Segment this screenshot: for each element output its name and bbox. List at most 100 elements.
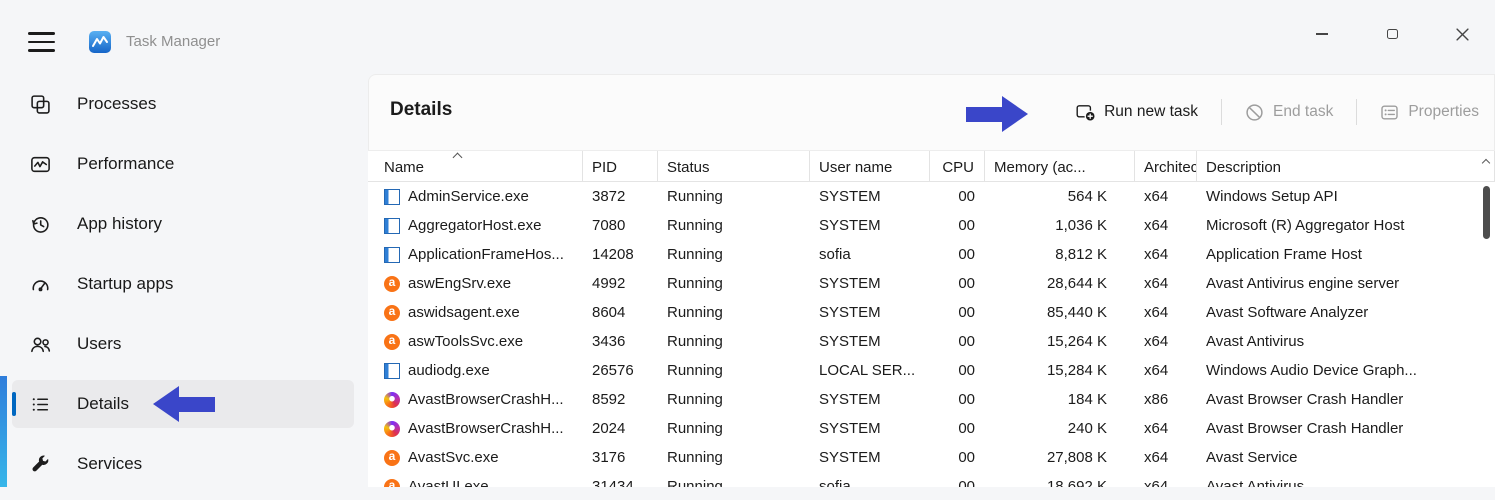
column-header-user-name[interactable]: User name	[810, 151, 930, 181]
hamburger-menu-button[interactable]	[27, 29, 57, 55]
cell-description: Avast Service	[1197, 449, 1495, 466]
column-header-cpu[interactable]: CPU	[930, 151, 985, 181]
cell-architecture: x64	[1135, 478, 1197, 487]
table-row[interactable]: AvastSvc.exe 3176 Running SYSTEM 00 27,8…	[368, 443, 1495, 472]
column-header-memory[interactable]: Memory (ac...	[985, 151, 1135, 181]
sidebar-item-label: Performance	[77, 154, 174, 174]
column-label: User name	[819, 159, 892, 176]
table-row[interactable]: AvastBrowserCrashH... 2024 Running SYSTE…	[368, 414, 1495, 443]
table-row[interactable]: AvastBrowserCrashH... 8592 Running SYSTE…	[368, 385, 1495, 414]
cell-cpu: 00	[930, 362, 985, 379]
maximize-button[interactable]	[1369, 16, 1415, 52]
table-row[interactable]: audiodg.exe 26576 Running LOCAL SER... 0…	[368, 356, 1495, 385]
cell-architecture: x64	[1135, 275, 1197, 292]
properties-label: Properties	[1408, 103, 1479, 121]
column-header-name[interactable]: Name	[368, 151, 583, 181]
cell-name: aswidsagent.exe	[368, 304, 583, 321]
process-name: AdminService.exe	[408, 188, 529, 205]
details-header: Details Run new task End task Prope	[368, 74, 1495, 150]
column-header-architecture[interactable]: Architec...	[1135, 151, 1197, 181]
column-label: Status	[667, 159, 710, 176]
cell-cpu: 00	[930, 275, 985, 292]
toolbar-separator	[1356, 99, 1357, 125]
processes-icon	[30, 94, 51, 115]
cell-cpu: 00	[930, 420, 985, 437]
cell-status: Running	[658, 362, 810, 379]
cell-description: Avast Antivirus engine server	[1197, 275, 1495, 292]
details-panel: Details Run new task End task Prope	[368, 74, 1495, 487]
table-row[interactable]: AvastUI.exe 31434 Running sofia 00 18,69…	[368, 472, 1495, 487]
table-row[interactable]: AggregatorHost.exe 7080 Running SYSTEM 0…	[368, 211, 1495, 240]
window-title: Task Manager	[126, 33, 220, 50]
cell-name: AdminService.exe	[368, 188, 583, 205]
cell-memory: 85,440 K	[985, 304, 1135, 321]
column-label: Architec...	[1144, 159, 1197, 176]
cell-memory: 15,264 K	[985, 333, 1135, 350]
table-row[interactable]: aswToolsSvc.exe 3436 Running SYSTEM 00 1…	[368, 327, 1495, 356]
window-controls	[1275, 16, 1485, 52]
sidebar-item-services[interactable]: Services	[12, 440, 354, 488]
titlebar: Task Manager	[0, 0, 1495, 74]
new-task-icon	[1076, 103, 1095, 122]
process-name: aswidsagent.exe	[408, 304, 520, 321]
table-row[interactable]: AdminService.exe 3872 Running SYSTEM 00 …	[368, 182, 1495, 211]
details-table-body: AdminService.exe 3872 Running SYSTEM 00 …	[368, 182, 1495, 487]
column-header-pid[interactable]: PID	[583, 151, 658, 181]
table-row[interactable]: aswidsagent.exe 8604 Running SYSTEM 00 8…	[368, 298, 1495, 327]
cell-pid: 3436	[583, 333, 658, 350]
scrollbar-thumb[interactable]	[1483, 186, 1490, 239]
cell-architecture: x64	[1135, 188, 1197, 205]
sidebar: Processes Performance App history Startu…	[0, 80, 368, 500]
cell-status: Running	[658, 449, 810, 466]
selected-accent-bar	[12, 392, 16, 416]
end-task-button[interactable]: End task	[1243, 95, 1335, 130]
cell-user-name: LOCAL SER...	[810, 362, 930, 379]
cell-name: AggregatorHost.exe	[368, 217, 583, 234]
cell-cpu: 00	[930, 478, 985, 487]
column-header-status[interactable]: Status	[658, 151, 810, 181]
users-icon	[30, 334, 51, 355]
app-window-icon	[384, 218, 400, 234]
process-name: AvastUI.exe	[408, 478, 489, 487]
minimize-button[interactable]	[1299, 16, 1345, 52]
sidebar-item-label: App history	[77, 214, 162, 234]
close-button[interactable]	[1439, 16, 1485, 52]
table-row[interactable]: ApplicationFrameHos... 14208 Running sof…	[368, 240, 1495, 269]
task-manager-logo-icon	[88, 30, 112, 54]
sidebar-item-processes[interactable]: Processes	[12, 80, 354, 128]
sidebar-item-app-history[interactable]: App history	[12, 200, 354, 248]
process-name: AvastBrowserCrashH...	[408, 391, 564, 408]
cell-architecture: x64	[1135, 449, 1197, 466]
cell-description: Avast Antivirus	[1197, 478, 1495, 487]
vertical-scrollbar[interactable]	[1480, 154, 1492, 487]
cell-architecture: x64	[1135, 333, 1197, 350]
sidebar-item-details[interactable]: Details	[12, 380, 354, 428]
sidebar-item-performance[interactable]: Performance	[12, 140, 354, 188]
cell-description: Microsoft (R) Aggregator Host	[1197, 217, 1495, 234]
column-label: Memory (ac...	[994, 159, 1086, 176]
table-row[interactable]: aswEngSrv.exe 4992 Running SYSTEM 00 28,…	[368, 269, 1495, 298]
cell-cpu: 00	[930, 246, 985, 263]
cell-pid: 2024	[583, 420, 658, 437]
details-icon	[30, 394, 51, 415]
cell-name: AvastBrowserCrashH...	[368, 420, 583, 437]
column-header-description[interactable]: Description	[1197, 151, 1495, 181]
sidebar-item-startup-apps[interactable]: Startup apps	[12, 260, 354, 308]
cell-memory: 240 K	[985, 420, 1135, 437]
avast-icon	[384, 450, 400, 466]
cell-user-name: SYSTEM	[810, 449, 930, 466]
cell-memory: 1,036 K	[985, 217, 1135, 234]
cell-pid: 4992	[583, 275, 658, 292]
sidebar-item-users[interactable]: Users	[12, 320, 354, 368]
performance-icon	[30, 154, 51, 175]
run-new-task-button[interactable]: Run new task	[1074, 95, 1200, 130]
process-name: aswEngSrv.exe	[408, 275, 511, 292]
cell-name: AvastSvc.exe	[368, 449, 583, 466]
scroll-up-icon[interactable]	[1483, 158, 1490, 165]
cell-pid: 3872	[583, 188, 658, 205]
properties-button[interactable]: Properties	[1378, 95, 1481, 130]
sidebar-item-label: Processes	[77, 94, 156, 114]
app-window-icon	[384, 363, 400, 379]
process-name: AvastSvc.exe	[408, 449, 499, 466]
cell-status: Running	[658, 304, 810, 321]
